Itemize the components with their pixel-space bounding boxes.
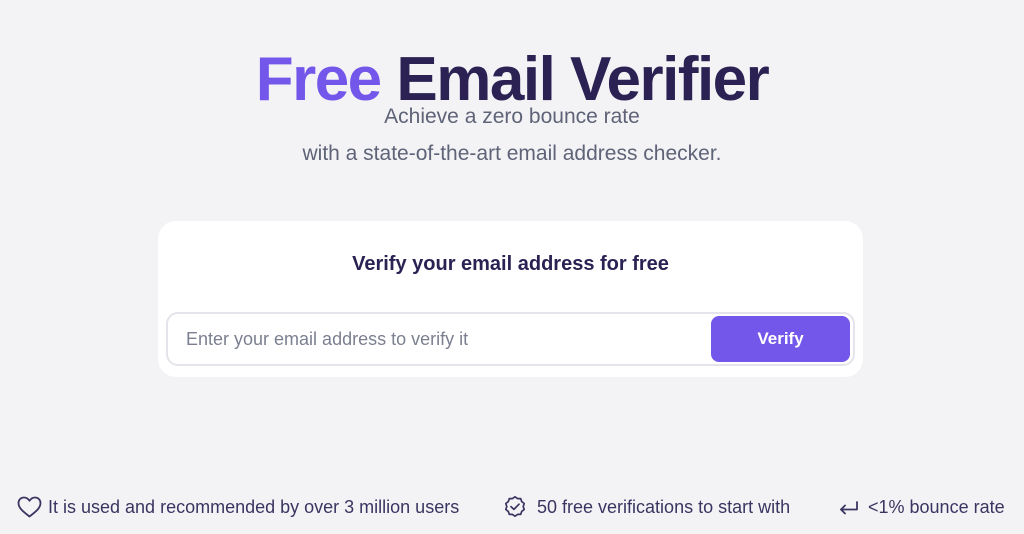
email-input-group: Verify bbox=[166, 312, 855, 366]
verify-button[interactable]: Verify bbox=[711, 316, 850, 362]
subtitle: Achieve a zero bounce rate with a state-… bbox=[0, 98, 1024, 172]
verify-card: Verify your email address for free Verif… bbox=[158, 221, 863, 377]
email-input[interactable] bbox=[186, 314, 696, 364]
card-title: Verify your email address for free bbox=[352, 253, 669, 275]
feature-bounce-rate: <1% bounce rate bbox=[838, 494, 1005, 520]
subtitle-line-2: with a state-of-the-art email address ch… bbox=[302, 142, 722, 165]
badge-check-icon bbox=[503, 495, 527, 519]
heart-icon bbox=[17, 496, 42, 518]
feature-users: It is used and recommended by over 3 mil… bbox=[17, 494, 459, 520]
feature-free-verifications-text: 50 free verifications to start with bbox=[537, 496, 791, 517]
feature-bounce-rate-text: <1% bounce rate bbox=[868, 496, 1005, 517]
feature-free-verifications: 50 free verifications to start with bbox=[503, 494, 790, 520]
feature-users-text: It is used and recommended by over 3 mil… bbox=[48, 496, 460, 517]
subtitle-line-1: Achieve a zero bounce rate bbox=[384, 105, 640, 128]
return-arrow-icon bbox=[838, 497, 860, 517]
